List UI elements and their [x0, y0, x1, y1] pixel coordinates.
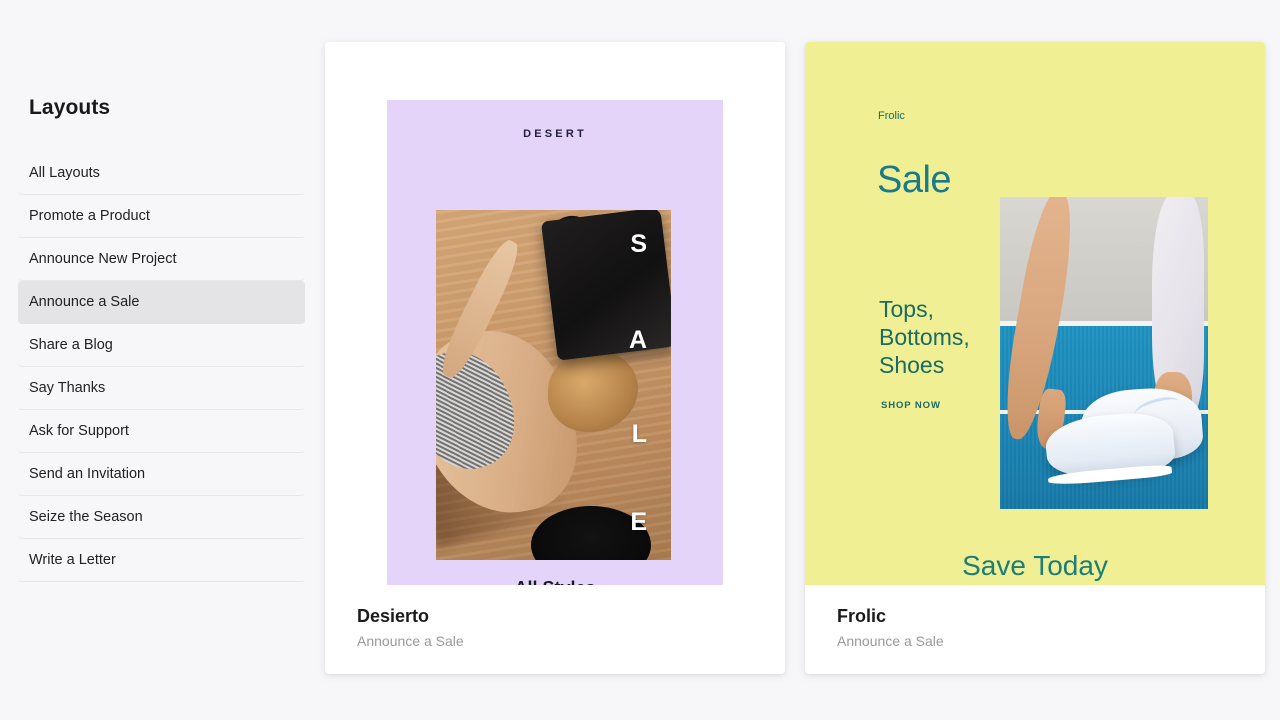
- card-title: Frolic: [837, 606, 887, 626]
- sidebar-item-promote-a-product[interactable]: Promote a Product: [18, 195, 305, 238]
- product-list-line-1: Tops,: [879, 296, 934, 322]
- poster-headline: Sale: [877, 159, 952, 201]
- card-category: Announce a Sale: [357, 633, 464, 649]
- sidebar-item-label: All Layouts: [29, 165, 100, 181]
- sidebar-item-label: Say Thanks: [29, 380, 106, 396]
- card-footer: Frolic Announce a Sale: [805, 585, 1265, 674]
- sale-overlay-letters: S A L E: [436, 210, 671, 560]
- poster-brand-label: DESERT: [523, 128, 587, 140]
- poster-brand-label: Frolic: [878, 110, 905, 122]
- shop-now-cta[interactable]: SHOP NOW: [881, 400, 941, 411]
- poster-frolic: Frolic Sale Tops, Bottoms, Shoes SHOP NO…: [805, 42, 1265, 585]
- sale-letter-l: L: [631, 420, 647, 448]
- sidebar-item-label: Write a Letter: [29, 552, 116, 568]
- sidebar-nav: All Layouts Promote a Product Announce N…: [18, 152, 305, 582]
- sale-letter-s: S: [630, 230, 647, 258]
- sidebar-item-send-an-invitation[interactable]: Send an Invitation: [18, 453, 305, 496]
- sidebar-item-seize-the-season[interactable]: Seize the Season: [18, 496, 305, 539]
- sale-letter-a: A: [628, 326, 647, 354]
- sidebar-item-announce-new-project[interactable]: Announce New Project: [18, 238, 305, 281]
- card-category: Announce a Sale: [837, 633, 944, 649]
- sidebar-item-label: Seize the Season: [29, 509, 143, 525]
- template-preview[interactable]: DESERT S A L E: [325, 42, 785, 585]
- sidebar-item-label: Announce New Project: [29, 251, 177, 267]
- template-card-frolic[interactable]: Frolic Sale Tops, Bottoms, Shoes SHOP NO…: [805, 42, 1265, 674]
- product-list-line-2: Bottoms,: [879, 324, 970, 350]
- poster-photo: S A L E: [436, 210, 671, 560]
- sidebar-item-all-layouts[interactable]: All Layouts: [18, 152, 305, 195]
- sidebar-item-label: Promote a Product: [29, 208, 150, 224]
- sidebar-item-announce-a-sale[interactable]: Announce a Sale: [18, 281, 305, 324]
- layouts-browser: Layouts All Layouts Promote a Product An…: [0, 0, 1280, 720]
- card-title: Desierto: [357, 606, 430, 626]
- sidebar-item-label: Share a Blog: [29, 337, 113, 353]
- card-footer: Desierto Announce a Sale: [325, 585, 785, 674]
- poster-product-list: Tops, Bottoms, Shoes: [879, 295, 970, 379]
- sidebar-item-label: Ask for Support: [29, 423, 129, 439]
- poster-desert: DESERT S A L E: [387, 100, 723, 585]
- page-title: Layouts: [29, 96, 111, 119]
- sidebar-item-label: Send an Invitation: [29, 466, 146, 482]
- sidebar-item-ask-for-support[interactable]: Ask for Support: [18, 410, 305, 453]
- template-preview[interactable]: Frolic Sale Tops, Bottoms, Shoes SHOP NO…: [805, 42, 1265, 585]
- sidebar: Layouts All Layouts Promote a Product An…: [0, 0, 320, 720]
- sidebar-item-say-thanks[interactable]: Say Thanks: [18, 367, 305, 410]
- poster-footer-headline: Save Today: [962, 550, 1108, 581]
- poster-headline: All Styles: [387, 578, 723, 585]
- sidebar-item-label: Announce a Sale: [29, 294, 140, 310]
- product-list-line-3: Shoes: [879, 352, 945, 378]
- sidebar-item-share-a-blog[interactable]: Share a Blog: [18, 324, 305, 367]
- poster-photo: [1000, 197, 1208, 509]
- template-card-desierto[interactable]: DESERT S A L E Desierto Announce a Sale: [325, 42, 785, 674]
- sale-letter-e: E: [630, 508, 647, 536]
- sidebar-item-write-a-letter[interactable]: Write a Letter: [18, 539, 305, 582]
